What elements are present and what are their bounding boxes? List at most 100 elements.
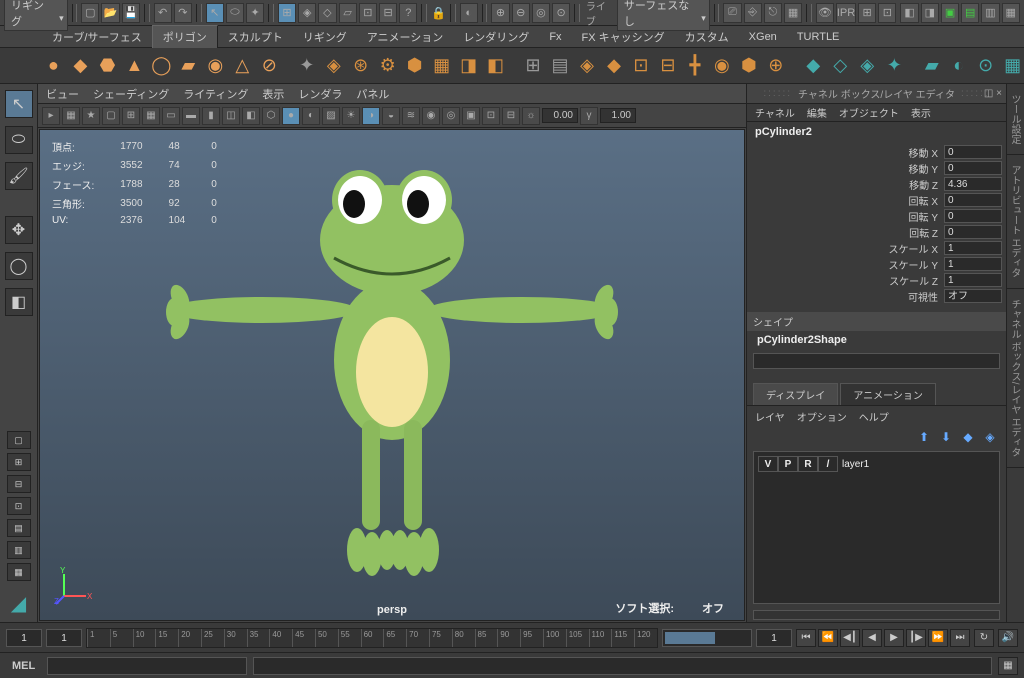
layer-move-down-icon[interactable]: ⬇ — [938, 429, 954, 445]
sphere-icon[interactable]: ● — [42, 52, 65, 80]
loop-icon[interactable]: ↻ — [974, 629, 994, 647]
layer-row[interactable]: V P R / layer1 — [758, 456, 995, 472]
sculpt-geom-icon[interactable]: ⊙ — [974, 52, 997, 80]
vp-ao-icon[interactable]: ◒ — [382, 107, 400, 125]
vtab-channel-box[interactable]: チャネル ボックス/レイヤ エディタ — [1007, 289, 1024, 468]
shape-name[interactable]: pCylinder2Shape — [747, 331, 1006, 349]
paint-select-icon[interactable]: ✦ — [246, 3, 264, 23]
quad-draw-icon[interactable]: ▰ — [920, 52, 943, 80]
attr-value[interactable]: 1 — [944, 273, 1002, 287]
goto-end-icon[interactable]: ⏭ — [950, 629, 970, 647]
snap-plane-icon[interactable]: ▱ — [339, 3, 357, 23]
snap-point-icon[interactable]: ◇ — [318, 3, 336, 23]
script-lang-label[interactable]: MEL — [6, 660, 41, 672]
text-icon[interactable]: ◨ — [457, 52, 480, 80]
panel-popout-icon[interactable]: ◫ × — [984, 88, 1002, 99]
construction-history-icon[interactable]: ⎚ — [723, 3, 741, 23]
cone-icon[interactable]: ▲ — [123, 52, 146, 80]
vp-field-icon[interactable]: ◫ — [222, 107, 240, 125]
vp-gamma-icon[interactable]: γ — [580, 107, 598, 125]
goto-start-icon[interactable]: ⏮ — [796, 629, 816, 647]
attr-value[interactable]: オフ — [944, 289, 1002, 303]
vp-cam-attr-icon[interactable]: ▦ — [62, 107, 80, 125]
layout-single[interactable]: ▢ — [7, 431, 31, 449]
select-mode-icon[interactable]: ↖ — [206, 3, 224, 23]
layout-c[interactable]: ▤ — [7, 519, 31, 537]
cb-menu-object[interactable]: オブジェクト — [839, 105, 899, 120]
snap-curve-icon[interactable]: ◈ — [298, 3, 316, 23]
transform-icon[interactable]: ⊕ — [491, 3, 509, 23]
attr-value[interactable]: 0 — [944, 145, 1002, 159]
render-globals-icon[interactable]: ⊡ — [878, 3, 896, 23]
separate-icon[interactable]: ▤ — [549, 52, 572, 80]
file-new-icon[interactable]: ▢ — [81, 3, 99, 23]
step-back-icon[interactable]: ◀┃ — [840, 629, 860, 647]
file-save-icon[interactable]: 💾 — [122, 3, 140, 23]
cb-menu-edit[interactable]: 編集 — [807, 105, 827, 120]
pivot-icon[interactable]: ◎ — [532, 3, 550, 23]
layer-menu-options[interactable]: オプション — [797, 409, 847, 424]
panel1-icon[interactable]: ◧ — [900, 3, 918, 23]
layout-b[interactable]: ⊡ — [7, 497, 31, 515]
attr-value[interactable]: 0 — [944, 209, 1002, 223]
helix-icon[interactable]: ⊛ — [349, 52, 372, 80]
attr-value[interactable]: 1 — [944, 241, 1002, 255]
layer-list[interactable]: V P R / layer1 — [753, 451, 1000, 604]
live-surface-dropdown[interactable]: サーフェスなし — [617, 0, 710, 31]
layout-e[interactable]: ▦ — [7, 563, 31, 581]
ipr-icon[interactable]: IPR — [836, 3, 856, 23]
bridge-icon[interactable]: ⊡ — [629, 52, 652, 80]
vp-smooth-icon[interactable]: ● — [282, 107, 300, 125]
tab-rendering[interactable]: レンダリング — [453, 26, 539, 48]
vp-shadow-icon[interactable]: ◑ — [362, 107, 380, 125]
command-line[interactable] — [47, 657, 247, 675]
layout-four[interactable]: ⊞ — [7, 453, 31, 471]
attr-value[interactable]: 1 — [944, 257, 1002, 271]
bool-intersect-icon[interactable]: ◈ — [856, 52, 879, 80]
step-forward-icon[interactable]: ┃▶ — [906, 629, 926, 647]
platonic-icon[interactable]: ✦ — [295, 52, 318, 80]
vp-select-cam-icon[interactable]: ▸ — [42, 107, 60, 125]
snap-live-icon[interactable]: ⊟ — [379, 3, 397, 23]
step-forward-key-icon[interactable]: ⏩ — [928, 629, 948, 647]
cylinder-icon[interactable]: ⬣ — [96, 52, 119, 80]
tab-turtle[interactable]: TURTLE — [787, 28, 850, 46]
soccer-icon[interactable]: ⬢ — [403, 52, 426, 80]
snap-help-icon[interactable]: ? — [399, 3, 417, 23]
redo-icon[interactable]: ↷ — [174, 3, 192, 23]
layer-color-swatch[interactable]: / — [818, 456, 838, 472]
vp-film-gate-icon[interactable]: ▭ — [162, 107, 180, 125]
vp-textured-icon[interactable]: ▨ — [322, 107, 340, 125]
panel6-icon[interactable]: ▦ — [1002, 3, 1020, 23]
tab-animation[interactable]: アニメーション — [357, 26, 454, 48]
tab-sculpt[interactable]: スカルプト — [218, 26, 293, 48]
tab-xgen[interactable]: XGen — [739, 28, 787, 46]
layer-ref-toggle[interactable]: R — [798, 456, 818, 472]
script-editor-icon[interactable]: ▦ — [998, 657, 1018, 675]
vp-expose-icon[interactable]: ☼ — [522, 107, 540, 125]
bevel-icon[interactable]: ◆ — [603, 52, 626, 80]
vp-grid-icon[interactable]: ▦ — [142, 107, 160, 125]
gear-icon[interactable]: ⚙ — [376, 52, 399, 80]
shape-input[interactable] — [753, 353, 1000, 369]
layer-move-up-icon[interactable]: ⬆ — [916, 429, 932, 445]
sculpt-icon[interactable]: ✦ — [883, 52, 906, 80]
combine-icon[interactable]: ⊞ — [522, 52, 545, 80]
view-menu-shading[interactable]: シェーディング — [93, 86, 169, 102]
attr-value[interactable]: 0 — [944, 225, 1002, 239]
timeline-start[interactable]: 1 — [6, 629, 42, 647]
lasso-tool[interactable]: ⬭ — [5, 126, 33, 154]
panel5-icon[interactable]: ▥ — [981, 3, 999, 23]
disc-icon[interactable]: ◉ — [204, 52, 227, 80]
layer-new-empty-icon[interactable]: ◆ — [960, 429, 976, 445]
layer-name[interactable]: layer1 — [838, 459, 869, 470]
rotate-tool[interactable]: ◯ — [5, 252, 33, 280]
tab-polygons[interactable]: ポリゴン — [152, 25, 218, 48]
svg-icon[interactable]: ◧ — [484, 52, 507, 80]
vp-flat-icon[interactable]: ◐ — [302, 107, 320, 125]
render-icon[interactable]: 👁 — [816, 3, 834, 23]
magnet-icon[interactable]: ⊙ — [552, 3, 570, 23]
vp-image-plane-icon[interactable]: ▢ — [102, 107, 120, 125]
layer-scrollbar[interactable] — [753, 610, 1000, 620]
view-menu-show[interactable]: 表示 — [262, 86, 284, 102]
